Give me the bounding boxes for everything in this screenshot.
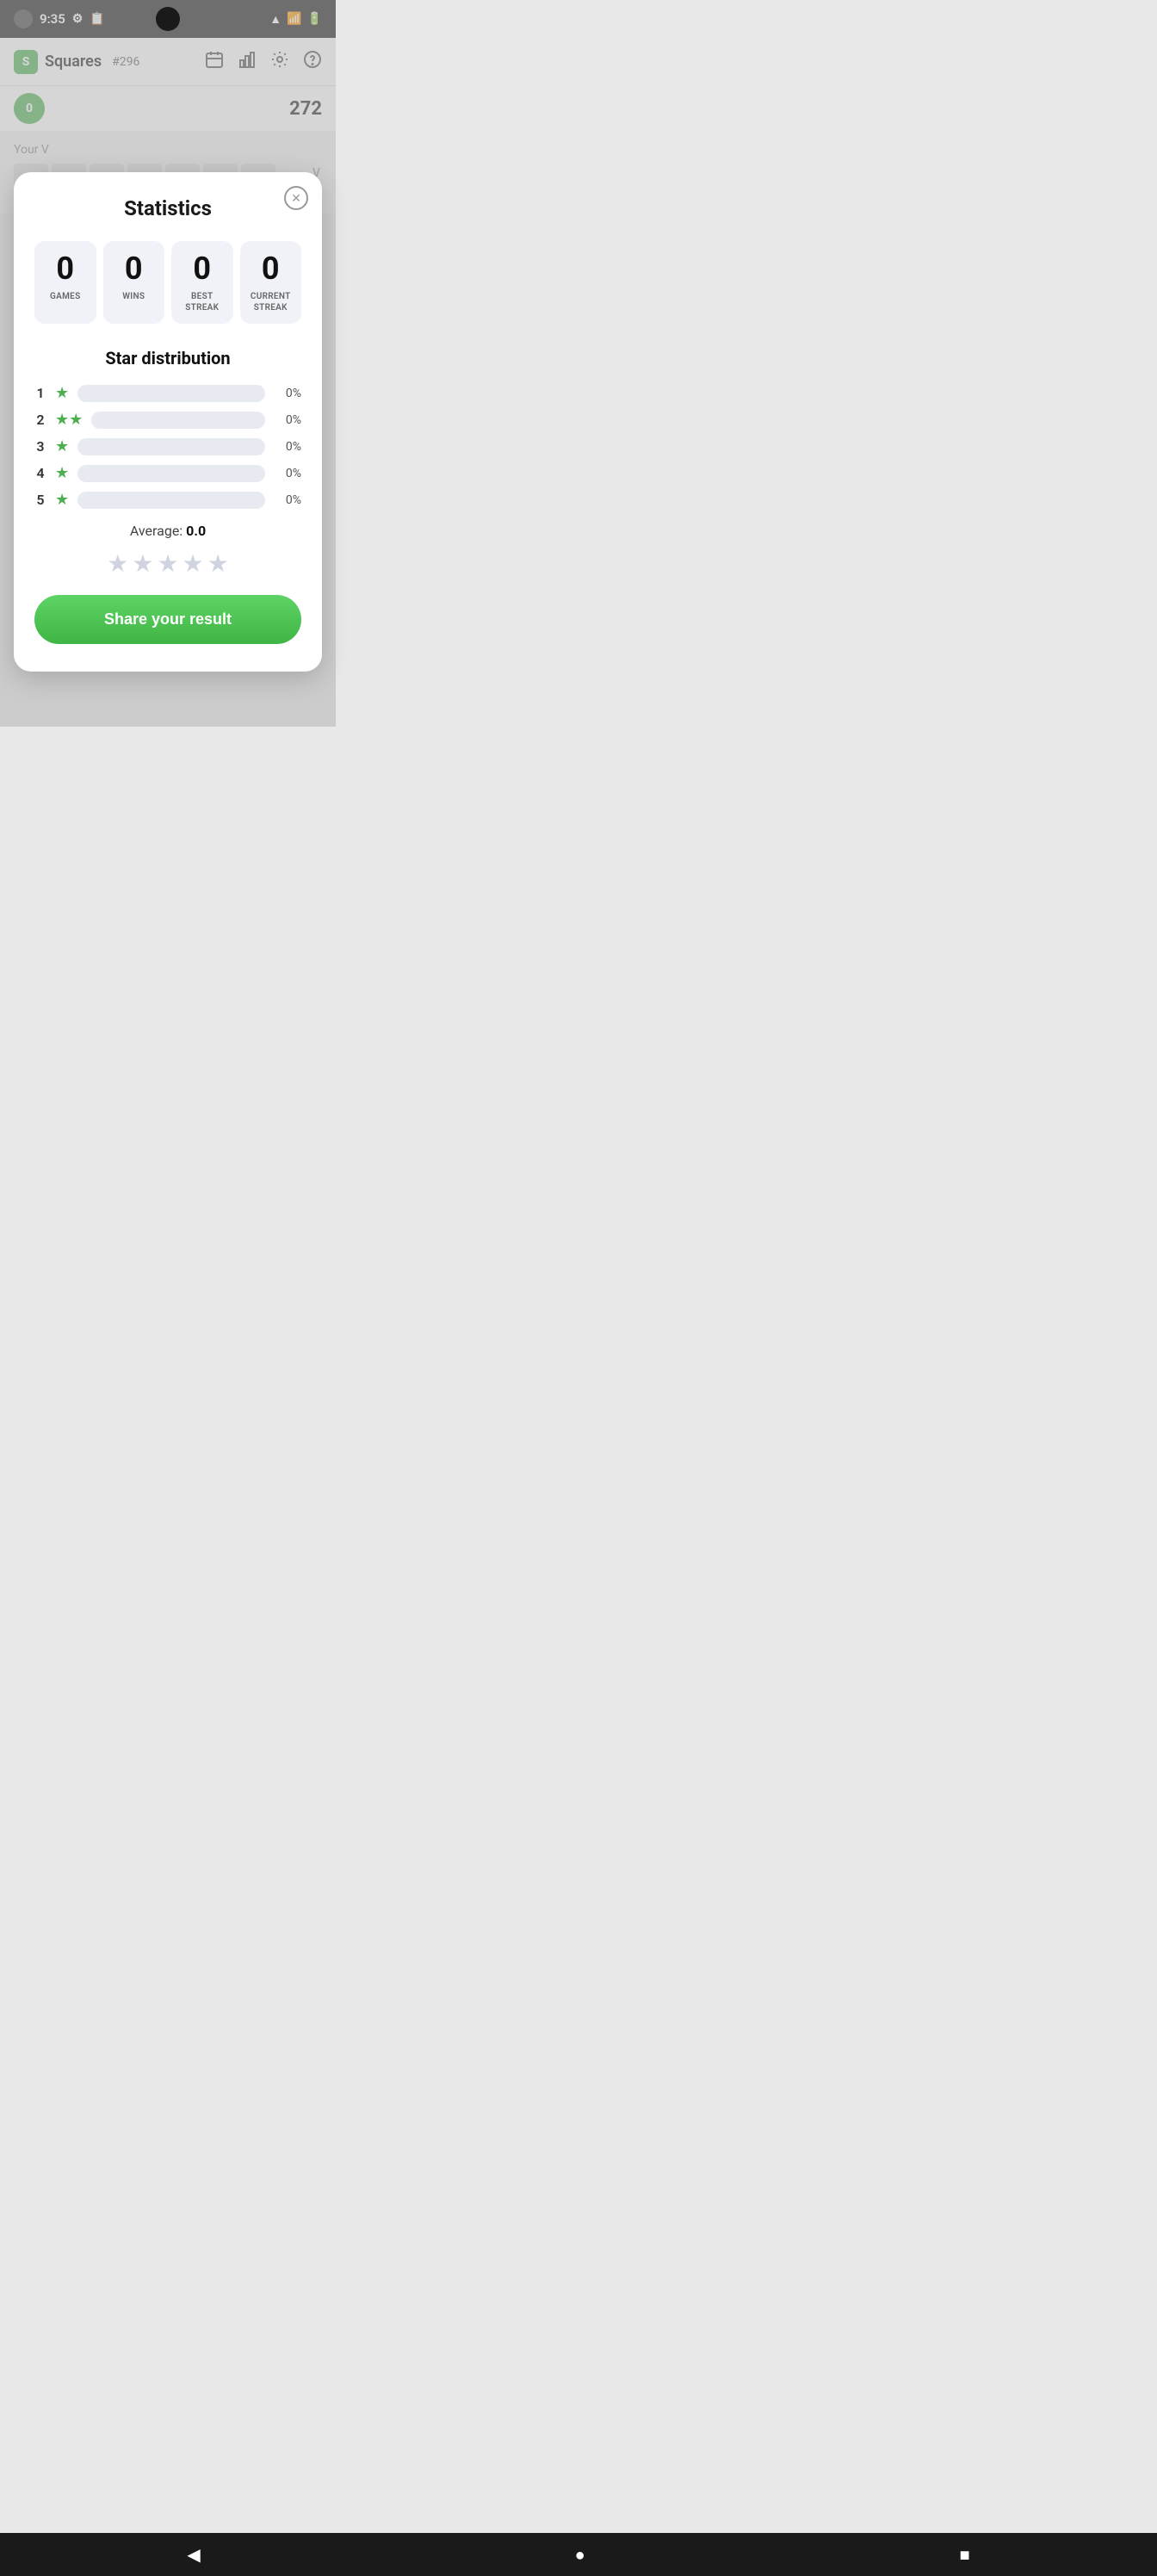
avg-star-4: ★ (183, 549, 204, 578)
bottom-nav: ◀ ● ■ (0, 2533, 1157, 2576)
dist-row-5: 5 ★ 0% (34, 491, 301, 509)
average-row: Average: 0.0 (34, 523, 301, 539)
dist-num-3: 3 (34, 438, 46, 455)
dist-bar-track-4 (77, 465, 265, 482)
dist-num-1: 1 (34, 385, 46, 401)
back-button[interactable]: ◀ (187, 2544, 200, 2565)
dist-pct-5: 0% (274, 493, 301, 507)
wins-label: WINS (110, 291, 158, 302)
dist-num-5: 5 (34, 492, 46, 508)
dist-star-1: ★ (55, 384, 69, 402)
dist-row-4: 4 ★ 0% (34, 464, 301, 482)
avg-star-3: ★ (157, 549, 178, 578)
star-dist-title: Star distribution (34, 348, 301, 368)
avg-star-1: ★ (107, 549, 128, 578)
stat-current-streak: 0 CURRENTSTREAK (240, 241, 302, 324)
dist-star-2: ★★ (55, 411, 83, 429)
dist-pct-1: 0% (274, 387, 301, 400)
average-value: 0.0 (186, 523, 206, 539)
dist-num-2: 2 (34, 412, 46, 428)
share-button[interactable]: Share your result (34, 595, 301, 644)
stat-wins: 0 WINS (103, 241, 165, 324)
close-button[interactable]: ✕ (284, 186, 308, 210)
home-button[interactable]: ● (575, 2544, 585, 2566)
dist-bar-track-2 (91, 412, 265, 429)
camera-notch (156, 7, 180, 31)
dist-row-3: 3 ★ 0% (34, 437, 301, 455)
games-value: 0 (41, 253, 90, 284)
dist-pct-2: 0% (274, 413, 301, 427)
current-streak-label: CURRENTSTREAK (247, 291, 295, 313)
dist-star-5: ★ (55, 491, 69, 509)
dist-pct-4: 0% (274, 467, 301, 480)
recents-button[interactable]: ■ (959, 2544, 969, 2566)
stat-games: 0 GAMES (34, 241, 96, 324)
best-streak-value: 0 (178, 253, 226, 284)
close-icon: ✕ (291, 191, 301, 206)
avg-star-5: ★ (207, 549, 229, 578)
average-label: Average: (130, 523, 183, 539)
dist-row-2: 2 ★★ 0% (34, 411, 301, 429)
dist-bar-track-5 (77, 492, 265, 509)
dist-bar-track-3 (77, 438, 265, 455)
avg-star-2: ★ (132, 549, 153, 578)
dist-row-1: 1 ★ 0% (34, 384, 301, 402)
dist-star-3: ★ (55, 437, 69, 455)
wins-value: 0 (110, 253, 158, 284)
dist-star-4: ★ (55, 464, 69, 482)
dist-pct-3: 0% (274, 440, 301, 454)
stat-best-streak: 0 BESTSTREAK (171, 241, 233, 324)
current-streak-value: 0 (247, 253, 295, 284)
distribution-rows: 1 ★ 0% 2 ★★ 0% 3 ★ 0% 4 ★ (34, 384, 301, 509)
dist-num-4: 4 (34, 465, 46, 481)
avg-stars: ★ ★ ★ ★ ★ (34, 549, 301, 578)
stats-row: 0 GAMES 0 WINS 0 BESTSTREAK 0 CURRENTSTR… (34, 241, 301, 324)
games-label: GAMES (41, 291, 90, 302)
best-streak-label: BESTSTREAK (178, 291, 226, 313)
dist-bar-track-1 (77, 385, 265, 402)
modal-title: Statistics (34, 196, 301, 220)
statistics-modal: ✕ Statistics 0 GAMES 0 WINS 0 BESTSTREAK… (14, 172, 322, 672)
